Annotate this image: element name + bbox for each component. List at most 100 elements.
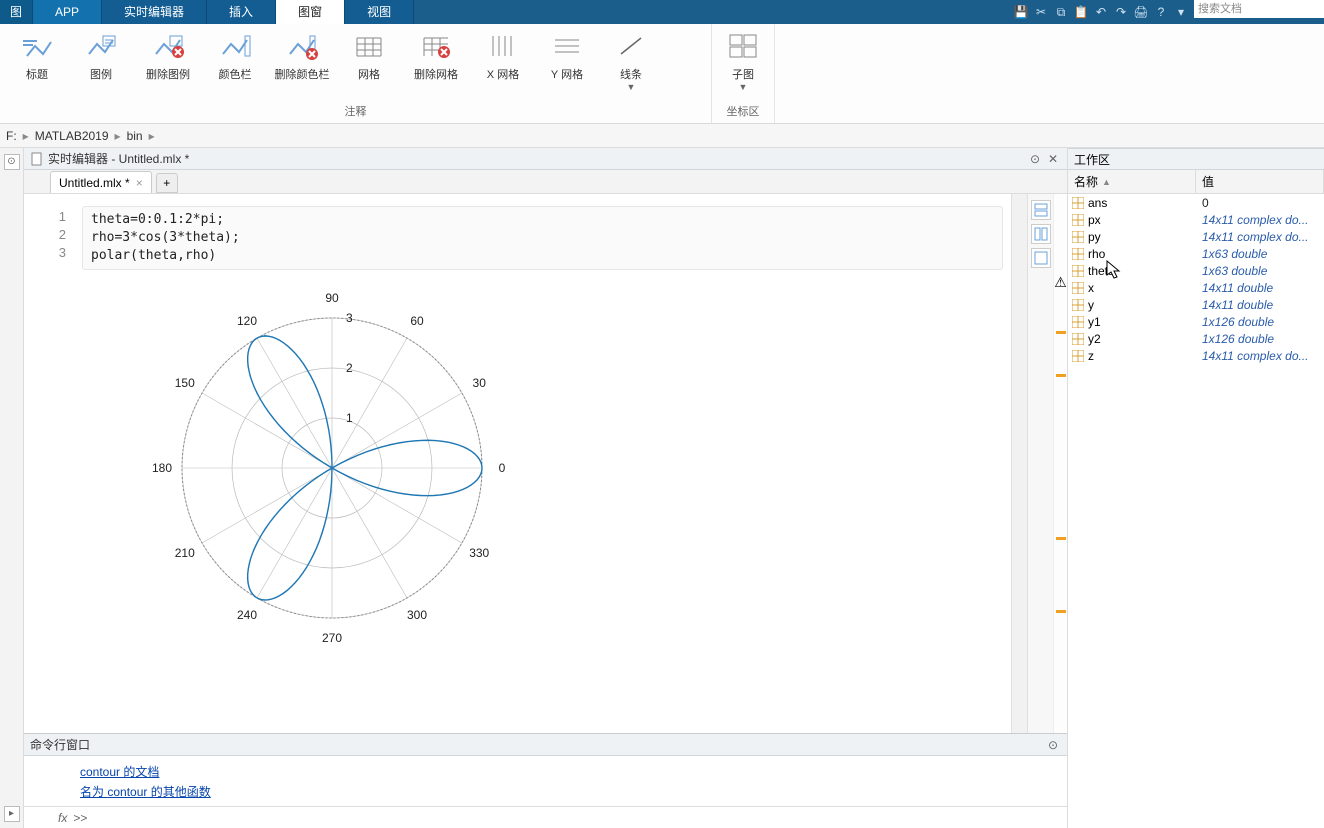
workspace-variable-row[interactable]: y11x126 double <box>1068 313 1324 330</box>
workspace-variable-row[interactable]: y14x11 double <box>1068 296 1324 313</box>
dropdown-icon: ▼ <box>627 82 636 92</box>
workspace-title: 工作区 <box>1068 148 1324 170</box>
svg-text:0: 0 <box>499 461 506 475</box>
code-area[interactable]: theta=0:0.1:2*pi; rho=3*cos(3*theta); po… <box>74 194 1011 733</box>
colorbar-button[interactable]: 颜色栏 <box>204 26 266 82</box>
remove-grid-button[interactable]: 删除网格 <box>402 26 470 82</box>
code-block[interactable]: theta=0:0.1:2*pi; rho=3*cos(3*theta); po… <box>82 206 1003 270</box>
variable-name: z <box>1088 349 1094 363</box>
tab-view[interactable]: 视图 <box>345 0 414 24</box>
line-button[interactable]: 线条 ▼ <box>600 26 662 92</box>
output-right-icon[interactable] <box>1031 224 1051 244</box>
editor-panel-header: 实时编辑器 - Untitled.mlx * ⊙ ✕ <box>24 148 1067 170</box>
quick-access-toolbar: 💾 ✂ ⧉ 📋 ↶ ↷ 🖨 ? ▾ <box>1008 0 1194 24</box>
output-inline-icon[interactable] <box>1031 200 1051 220</box>
variable-icon <box>1072 316 1084 328</box>
editor-panel-title: 实时编辑器 - Untitled.mlx * <box>48 150 189 167</box>
editor-scrollbar[interactable] <box>1011 194 1027 733</box>
file-tab-label: Untitled.mlx * <box>59 176 130 190</box>
close-tab-icon[interactable]: × <box>136 176 143 190</box>
tab-plots[interactable]: 图 <box>0 0 33 24</box>
variable-icon <box>1072 265 1084 277</box>
workspace-col-value[interactable]: 值 <box>1196 170 1324 193</box>
warning-marker[interactable] <box>1056 374 1066 377</box>
svg-text:30: 30 <box>473 376 487 390</box>
variable-value: 1x126 double <box>1196 332 1324 346</box>
current-folder-breadcrumb: F:▸ MATLAB2019▸ bin▸ <box>0 124 1324 148</box>
warning-marker[interactable] <box>1056 610 1066 613</box>
variable-value: 14x11 complex do... <box>1196 230 1324 244</box>
breadcrumb-seg[interactable]: bin <box>121 129 149 143</box>
workspace-variable-row[interactable]: x14x11 double <box>1068 279 1324 296</box>
close-icon[interactable]: ✕ <box>1045 151 1061 167</box>
remove-colorbar-button[interactable]: 删除颜色栏 <box>268 26 336 82</box>
workspace-variable-row[interactable]: y21x126 double <box>1068 330 1324 347</box>
fx-icon[interactable]: fx <box>58 811 67 825</box>
workspace-variable-row[interactable]: px14x11 complex do... <box>1068 211 1324 228</box>
editor-side-toolbar <box>1027 194 1053 733</box>
print-icon[interactable]: 🖨 <box>1132 3 1150 21</box>
command-prompt[interactable]: fx>> <box>24 806 1067 828</box>
variable-value: 14x11 double <box>1196 281 1324 295</box>
workspace-col-name[interactable]: 名称▲ <box>1068 170 1196 193</box>
workspace-variable-row[interactable]: theta1x63 double <box>1068 262 1324 279</box>
title-button[interactable]: 标题 <box>6 26 68 82</box>
variable-icon <box>1072 197 1084 209</box>
left-gutter: ⊙ ▸ <box>0 148 24 828</box>
workspace-variable-row[interactable]: ans0 <box>1068 194 1324 211</box>
tab-figure[interactable]: 图窗 <box>276 0 345 24</box>
doc-link[interactable]: contour 的文档 <box>80 765 159 779</box>
file-tab-bar: Untitled.mlx * × + <box>24 170 1067 194</box>
doc-link[interactable]: 名为 contour 的其他函数 <box>80 785 211 799</box>
tab-app[interactable]: APP <box>33 0 102 24</box>
subplot-button[interactable]: 子图 ▼ <box>718 26 768 92</box>
panel-options-icon[interactable]: ⊙ <box>1045 737 1061 753</box>
workspace-variable-row[interactable]: py 14x11 complex do... <box>1068 228 1324 245</box>
legend-button[interactable]: 图例 <box>70 26 132 82</box>
search-docs-input[interactable]: 搜索文档 <box>1194 0 1324 18</box>
expand-panel-icon[interactable]: ▸ <box>4 806 20 822</box>
svg-text:300: 300 <box>407 608 427 622</box>
workspace-variable-row[interactable]: rho1x63 double <box>1068 245 1324 262</box>
variable-value: 14x11 complex do... <box>1196 349 1324 363</box>
svg-text:330: 330 <box>469 546 489 560</box>
minimize-panel-icon[interactable]: ⊙ <box>4 154 20 170</box>
variable-name: y <box>1088 298 1094 312</box>
variable-icon <box>1072 350 1084 362</box>
grid-button[interactable]: 网格 <box>338 26 400 82</box>
save-icon[interactable]: 💾 <box>1012 3 1030 21</box>
variable-value: 0 <box>1196 196 1324 210</box>
hide-code-icon[interactable] <box>1031 248 1051 268</box>
variable-icon <box>1072 333 1084 345</box>
variable-name: py <box>1088 230 1101 244</box>
tab-insert[interactable]: 插入 <box>207 0 276 24</box>
svg-text:180: 180 <box>152 461 172 475</box>
variable-icon <box>1072 299 1084 311</box>
paste-icon[interactable]: 📋 <box>1072 3 1090 21</box>
panel-options-icon[interactable]: ⊙ <box>1027 151 1043 167</box>
add-tab-button[interactable]: + <box>156 173 178 193</box>
warning-marker[interactable] <box>1056 331 1066 334</box>
help-icon[interactable]: ? <box>1152 3 1170 21</box>
remove-legend-button[interactable]: 删除图例 <box>134 26 202 82</box>
breadcrumb-seg[interactable]: F: <box>0 129 23 143</box>
ygrid-button[interactable]: Y 网格 <box>536 26 598 82</box>
tab-live-editor[interactable]: 实时编辑器 <box>102 0 207 24</box>
redo-icon[interactable]: ↷ <box>1112 3 1130 21</box>
dropdown-icon[interactable]: ▾ <box>1172 3 1190 21</box>
warning-icon[interactable]: ⚠ <box>1054 274 1067 291</box>
cut-icon[interactable]: ✂ <box>1032 3 1050 21</box>
undo-icon[interactable]: ↶ <box>1092 3 1110 21</box>
svg-text:2: 2 <box>346 361 353 375</box>
copy-icon[interactable]: ⧉ <box>1052 3 1070 21</box>
xgrid-button[interactable]: X 网格 <box>472 26 534 82</box>
workspace-variable-row[interactable]: z 14x11 complex do... <box>1068 347 1324 364</box>
remove-legend-icon <box>152 30 184 62</box>
file-tab[interactable]: Untitled.mlx * × <box>50 171 152 193</box>
svg-text:270: 270 <box>322 631 342 645</box>
ribbon-group-label: 注释 <box>0 101 711 123</box>
breadcrumb-seg[interactable]: MATLAB2019 <box>29 129 115 143</box>
warning-marker[interactable] <box>1056 537 1066 540</box>
variable-value: 1x63 double <box>1196 264 1324 278</box>
variable-icon <box>1072 282 1084 294</box>
